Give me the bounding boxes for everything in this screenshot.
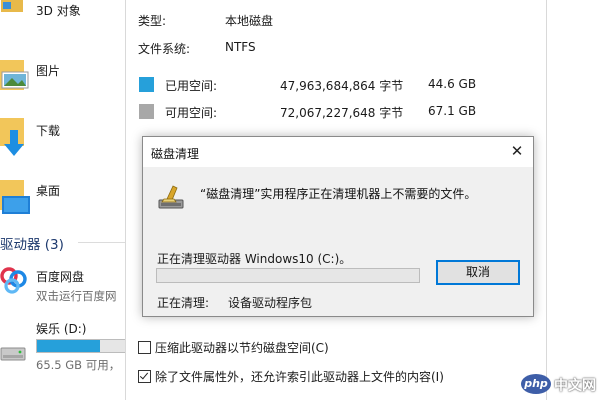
cleanup-progress-bar: [156, 268, 420, 283]
nav-item-3d-objects[interactable]: 3D 对象: [0, 0, 125, 22]
index-checkbox-label: 除了文件属性外，还允许索引此驱动器上文件的内容(I): [155, 370, 444, 384]
type-label: 类型:: [138, 14, 167, 28]
filesystem-label: 文件系统:: [138, 42, 191, 56]
filesystem-value: NTFS: [225, 40, 256, 54]
nav-item-pictures[interactable]: 图片: [0, 56, 125, 96]
used-space-swatch: [139, 77, 154, 92]
dialog-titlebar[interactable]: 磁盘清理 ✕: [143, 137, 533, 167]
index-checkbox-box[interactable]: [138, 370, 151, 383]
progress-label: 正在清理驱动器 Windows10 (C:)。: [157, 252, 352, 266]
free-space-swatch: [139, 104, 154, 119]
compress-drive-checkbox[interactable]: 压缩此驱动器以节约磁盘空间(C): [138, 339, 329, 356]
site-watermark: php 中文网: [521, 374, 597, 396]
nav-item-label: 图片: [36, 64, 61, 78]
nav-item-downloads[interactable]: 下载: [0, 116, 125, 160]
folder-desktop-icon: [0, 180, 30, 214]
folder-downloads-icon: [0, 118, 24, 156]
baidu-netdisk-subtitle: 双击运行百度网: [36, 289, 117, 303]
used-space-bytes: 47,963,684,864 字节: [280, 79, 404, 93]
watermark-logo: php: [521, 374, 551, 394]
explorer-nav-pane: 3D 对象 图片 下载 桌面 驱动器 (3) 百度网盘 双击运行百度网 娱乐 (…: [0, 0, 126, 400]
compress-checkbox-label: 压缩此驱动器以节约磁盘空间(C): [155, 341, 329, 355]
disk-cleanup-icon: [158, 185, 184, 209]
dialog-title: 磁盘清理: [151, 147, 200, 161]
nav-item-desktop[interactable]: 桌面: [0, 176, 125, 220]
compress-checkbox-box[interactable]: [138, 341, 151, 354]
folder-3d-icon: [1, 0, 23, 12]
free-space-gb: 67.1 GB: [428, 104, 477, 118]
nav-item-label: 3D 对象: [36, 4, 81, 18]
watermark-text: 中文网: [554, 378, 596, 394]
disk-cleanup-dialog: 磁盘清理 ✕ “磁盘清理”实用程序正在清理机器上不需要的文件。 正在清理驱动器 …: [142, 136, 534, 317]
baidu-netdisk-item[interactable]: 百度网盘 双击运行百度网: [0, 262, 125, 306]
drive-d-name: 娱乐 (D:): [36, 322, 87, 336]
type-value: 本地磁盘: [225, 14, 274, 28]
drives-section-title[interactable]: 驱动器 (3): [0, 233, 64, 253]
free-space-bytes: 72,067,227,648 字节: [280, 106, 404, 120]
used-space-label: 已用空间:: [165, 79, 218, 93]
nav-item-label: 桌面: [36, 184, 61, 198]
drive-d-usage-bar: [36, 339, 126, 353]
status-label: 正在清理:: [157, 296, 210, 310]
dialog-message: “磁盘清理”实用程序正在清理机器上不需要的文件。: [200, 187, 477, 201]
drive-d-free-text: 65.5 GB 可用，: [36, 358, 121, 372]
index-contents-checkbox[interactable]: 除了文件属性外，还允许索引此驱动器上文件的内容(I): [138, 368, 444, 385]
baidu-netdisk-icon: [0, 267, 27, 294]
cancel-button[interactable]: 取消: [436, 260, 520, 285]
drive-icon: [0, 347, 26, 361]
status-value: 设备驱动程序包: [228, 296, 313, 310]
free-space-label: 可用空间:: [165, 106, 218, 120]
drive-d-usage-fill: [37, 340, 101, 352]
section-divider: [78, 242, 125, 243]
folder-pictures-icon: [0, 60, 29, 90]
baidu-netdisk-name: 百度网盘: [36, 270, 85, 284]
close-icon[interactable]: ✕: [505, 140, 529, 162]
used-space-gb: 44.6 GB: [428, 77, 477, 91]
nav-item-label: 下载: [36, 124, 61, 138]
